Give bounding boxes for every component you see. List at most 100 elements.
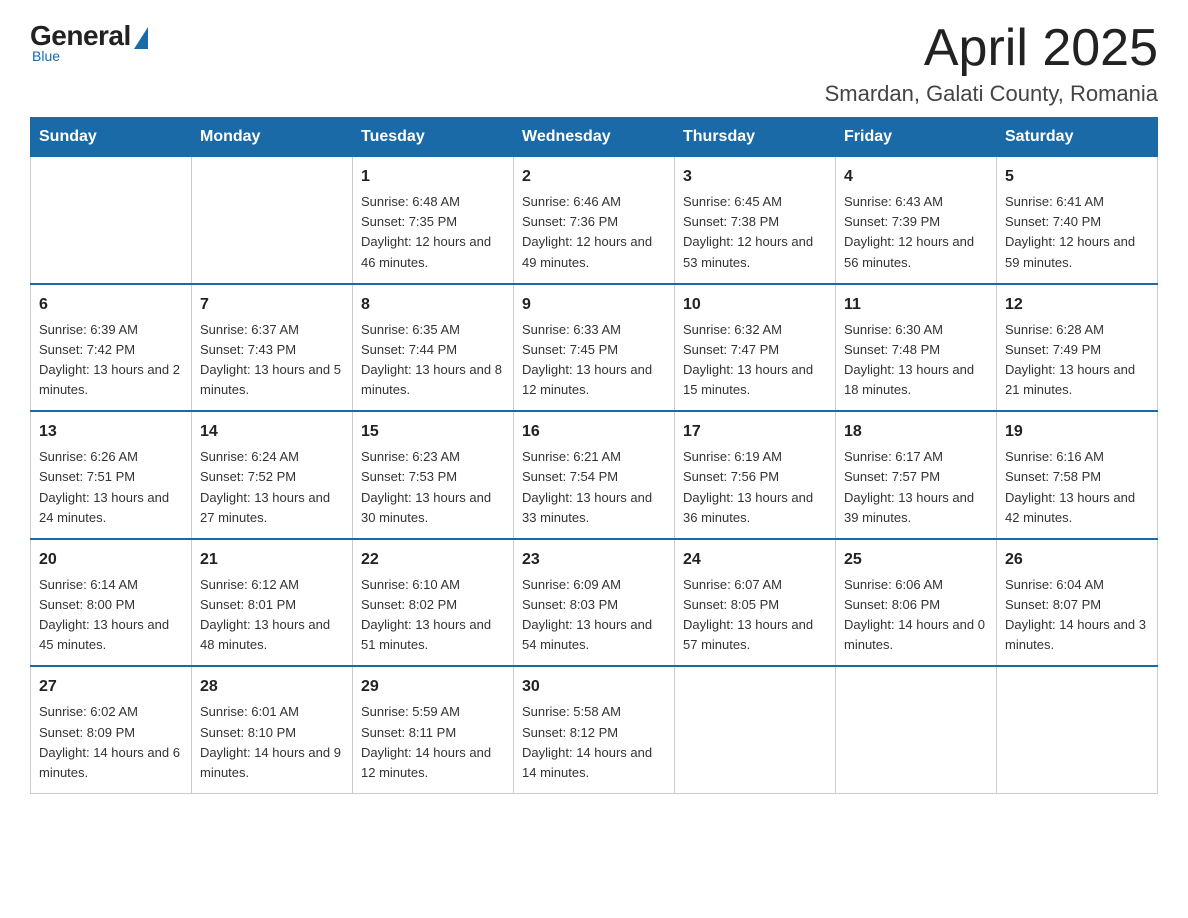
calendar-day-cell: 16 Sunrise: 6:21 AM Sunset: 7:54 PM Dayli… xyxy=(514,411,675,539)
calendar-table: SundayMondayTuesdayWednesdayThursdayFrid… xyxy=(30,117,1158,794)
calendar-week-row: 13 Sunrise: 6:26 AM Sunset: 7:51 PM Dayli… xyxy=(31,411,1158,539)
day-of-week-header: Monday xyxy=(192,118,353,157)
page-header: General Blue April 2025 Smardan, Galati … xyxy=(30,20,1158,107)
day-number: 2 xyxy=(522,165,666,189)
calendar-week-row: 20 Sunrise: 6:14 AM Sunset: 8:00 PM Dayli… xyxy=(31,539,1158,667)
day-number: 1 xyxy=(361,165,505,189)
day-info: Sunrise: 6:17 AM Sunset: 7:57 PM Dayligh… xyxy=(844,447,988,528)
day-number: 26 xyxy=(1005,548,1149,572)
calendar-day-cell: 2Sunrise: 6:46 AM Sunset: 7:36 PM Daylig… xyxy=(514,157,675,284)
calendar-week-row: 27Sunrise: 6:02 AM Sunset: 8:09 PM Dayli… xyxy=(31,666,1158,793)
day-info: Sunrise: 6:10 AM Sunset: 8:02 PM Dayligh… xyxy=(361,575,505,656)
calendar-day-cell: 30 Sunrise: 5:58 AM Sunset: 8:12 PM Dayli… xyxy=(514,666,675,793)
day-number: 5 xyxy=(1005,165,1149,189)
calendar-day-cell: 10Sunrise: 6:32 AM Sunset: 7:47 PM Dayli… xyxy=(675,284,836,412)
day-number: 28 xyxy=(200,675,344,699)
calendar-day-cell: 8 Sunrise: 6:35 AM Sunset: 7:44 PM Daylig… xyxy=(353,284,514,412)
calendar-day-cell: 1 Sunrise: 6:48 AM Sunset: 7:35 PM Daylig… xyxy=(353,157,514,284)
day-info: Sunrise: 6:01 AM Sunset: 8:10 PM Dayligh… xyxy=(200,702,344,783)
day-info: Sunrise: 6:39 AM Sunset: 7:42 PM Dayligh… xyxy=(39,320,183,401)
day-info: Sunrise: 6:19 AM Sunset: 7:56 PM Dayligh… xyxy=(683,447,827,528)
day-info: Sunrise: 6:14 AM Sunset: 8:00 PM Dayligh… xyxy=(39,575,183,656)
day-number: 14 xyxy=(200,420,344,444)
month-year-title: April 2025 xyxy=(825,20,1158,77)
calendar-header-row: SundayMondayTuesdayWednesdayThursdayFrid… xyxy=(31,118,1158,157)
day-info: Sunrise: 6:02 AM Sunset: 8:09 PM Dayligh… xyxy=(39,702,183,783)
day-info: Sunrise: 6:21 AM Sunset: 7:54 PM Dayligh… xyxy=(522,447,666,528)
calendar-day-cell: 19Sunrise: 6:16 AM Sunset: 7:58 PM Dayli… xyxy=(997,411,1158,539)
calendar-day-cell xyxy=(675,666,836,793)
calendar-day-cell: 23 Sunrise: 6:09 AM Sunset: 8:03 PM Dayli… xyxy=(514,539,675,667)
day-number: 30 xyxy=(522,675,666,699)
day-number: 24 xyxy=(683,548,827,572)
day-info: Sunrise: 6:45 AM Sunset: 7:38 PM Dayligh… xyxy=(683,192,827,273)
calendar-day-cell: 29Sunrise: 5:59 AM Sunset: 8:11 PM Dayli… xyxy=(353,666,514,793)
title-section: April 2025 Smardan, Galati County, Roman… xyxy=(825,20,1158,107)
calendar-day-cell xyxy=(31,157,192,284)
calendar-day-cell: 18 Sunrise: 6:17 AM Sunset: 7:57 PM Dayli… xyxy=(836,411,997,539)
day-number: 3 xyxy=(683,165,827,189)
day-of-week-header: Tuesday xyxy=(353,118,514,157)
day-info: Sunrise: 6:26 AM Sunset: 7:51 PM Dayligh… xyxy=(39,447,183,528)
day-number: 4 xyxy=(844,165,988,189)
calendar-week-row: 1 Sunrise: 6:48 AM Sunset: 7:35 PM Daylig… xyxy=(31,157,1158,284)
day-info: Sunrise: 6:43 AM Sunset: 7:39 PM Dayligh… xyxy=(844,192,988,273)
calendar-day-cell: 11 Sunrise: 6:30 AM Sunset: 7:48 PM Dayli… xyxy=(836,284,997,412)
day-number: 11 xyxy=(844,293,988,317)
calendar-day-cell: 20 Sunrise: 6:14 AM Sunset: 8:00 PM Dayli… xyxy=(31,539,192,667)
calendar-day-cell: 24 Sunrise: 6:07 AM Sunset: 8:05 PM Dayli… xyxy=(675,539,836,667)
day-info: Sunrise: 6:35 AM Sunset: 7:44 PM Dayligh… xyxy=(361,320,505,401)
day-info: Sunrise: 6:48 AM Sunset: 7:35 PM Dayligh… xyxy=(361,192,505,273)
calendar-day-cell: 26 Sunrise: 6:04 AM Sunset: 8:07 PM Dayli… xyxy=(997,539,1158,667)
calendar-day-cell xyxy=(836,666,997,793)
calendar-day-cell: 22 Sunrise: 6:10 AM Sunset: 8:02 PM Dayli… xyxy=(353,539,514,667)
calendar-day-cell: 21 Sunrise: 6:12 AM Sunset: 8:01 PM Dayli… xyxy=(192,539,353,667)
calendar-day-cell: 14 Sunrise: 6:24 AM Sunset: 7:52 PM Dayli… xyxy=(192,411,353,539)
day-info: Sunrise: 6:04 AM Sunset: 8:07 PM Dayligh… xyxy=(1005,575,1149,656)
day-number: 21 xyxy=(200,548,344,572)
day-info: Sunrise: 6:28 AM Sunset: 7:49 PM Dayligh… xyxy=(1005,320,1149,401)
calendar-day-cell: 7Sunrise: 6:37 AM Sunset: 7:43 PM Daylig… xyxy=(192,284,353,412)
day-number: 18 xyxy=(844,420,988,444)
day-info: Sunrise: 6:30 AM Sunset: 7:48 PM Dayligh… xyxy=(844,320,988,401)
location-subtitle: Smardan, Galati County, Romania xyxy=(825,81,1158,107)
day-of-week-header: Thursday xyxy=(675,118,836,157)
day-info: Sunrise: 6:37 AM Sunset: 7:43 PM Dayligh… xyxy=(200,320,344,401)
logo-triangle-icon xyxy=(134,27,148,49)
day-info: Sunrise: 6:33 AM Sunset: 7:45 PM Dayligh… xyxy=(522,320,666,401)
day-info: Sunrise: 5:58 AM Sunset: 8:12 PM Dayligh… xyxy=(522,702,666,783)
calendar-day-cell: 3 Sunrise: 6:45 AM Sunset: 7:38 PM Daylig… xyxy=(675,157,836,284)
day-number: 13 xyxy=(39,420,183,444)
day-info: Sunrise: 6:23 AM Sunset: 7:53 PM Dayligh… xyxy=(361,447,505,528)
day-info: Sunrise: 6:41 AM Sunset: 7:40 PM Dayligh… xyxy=(1005,192,1149,273)
day-info: Sunrise: 6:09 AM Sunset: 8:03 PM Dayligh… xyxy=(522,575,666,656)
day-number: 23 xyxy=(522,548,666,572)
calendar-day-cell: 27Sunrise: 6:02 AM Sunset: 8:09 PM Dayli… xyxy=(31,666,192,793)
day-number: 17 xyxy=(683,420,827,444)
calendar-day-cell: 15 Sunrise: 6:23 AM Sunset: 7:53 PM Dayli… xyxy=(353,411,514,539)
day-info: Sunrise: 6:24 AM Sunset: 7:52 PM Dayligh… xyxy=(200,447,344,528)
day-of-week-header: Saturday xyxy=(997,118,1158,157)
calendar-day-cell: 9Sunrise: 6:33 AM Sunset: 7:45 PM Daylig… xyxy=(514,284,675,412)
calendar-week-row: 6 Sunrise: 6:39 AM Sunset: 7:42 PM Daylig… xyxy=(31,284,1158,412)
day-info: Sunrise: 6:07 AM Sunset: 8:05 PM Dayligh… xyxy=(683,575,827,656)
logo-blue-text: Blue xyxy=(32,48,60,64)
calendar-day-cell: 28 Sunrise: 6:01 AM Sunset: 8:10 PM Dayli… xyxy=(192,666,353,793)
day-number: 15 xyxy=(361,420,505,444)
day-number: 10 xyxy=(683,293,827,317)
day-number: 16 xyxy=(522,420,666,444)
day-of-week-header: Sunday xyxy=(31,118,192,157)
day-info: Sunrise: 6:16 AM Sunset: 7:58 PM Dayligh… xyxy=(1005,447,1149,528)
day-info: Sunrise: 6:12 AM Sunset: 8:01 PM Dayligh… xyxy=(200,575,344,656)
day-number: 6 xyxy=(39,293,183,317)
calendar-day-cell: 12 Sunrise: 6:28 AM Sunset: 7:49 PM Dayli… xyxy=(997,284,1158,412)
day-number: 20 xyxy=(39,548,183,572)
day-number: 22 xyxy=(361,548,505,572)
logo: General Blue xyxy=(30,20,148,64)
day-number: 12 xyxy=(1005,293,1149,317)
day-number: 8 xyxy=(361,293,505,317)
day-info: Sunrise: 6:06 AM Sunset: 8:06 PM Dayligh… xyxy=(844,575,988,656)
calendar-day-cell: 17 Sunrise: 6:19 AM Sunset: 7:56 PM Dayli… xyxy=(675,411,836,539)
calendar-day-cell xyxy=(997,666,1158,793)
calendar-day-cell: 4 Sunrise: 6:43 AM Sunset: 7:39 PM Daylig… xyxy=(836,157,997,284)
